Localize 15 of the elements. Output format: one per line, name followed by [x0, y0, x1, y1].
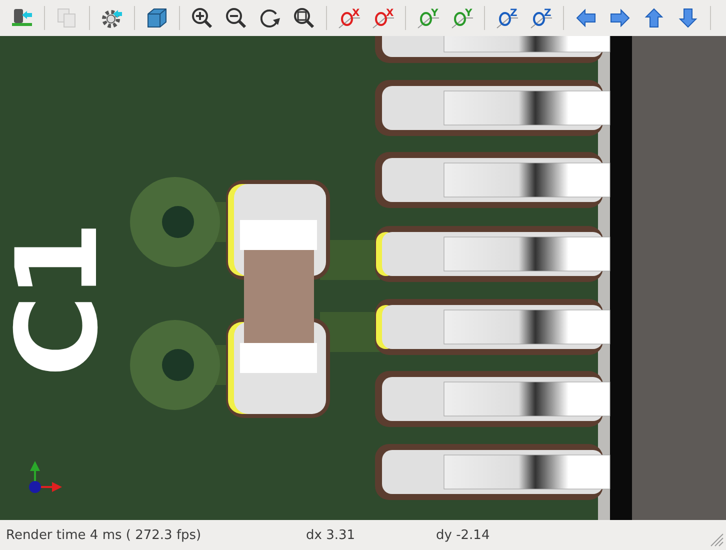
zoom-in-icon [190, 6, 214, 30]
pcb-3d-view[interactable]: C1 [0, 36, 726, 520]
render-time-text: Render time 4 ms ( 272.3 fps) [6, 528, 202, 542]
axis-gizmo-icon [29, 461, 62, 493]
silkscreen-label: C1 [3, 224, 113, 380]
arrow-right-icon [608, 6, 632, 30]
dx-text: dx 3.31 [306, 528, 356, 542]
zoom-fit-icon [292, 6, 316, 30]
dy-text: dy -2.14 [436, 528, 490, 542]
arrow-down-icon [676, 6, 700, 30]
resize-grip-icon[interactable] [708, 531, 724, 547]
cube-icon [145, 6, 169, 30]
arrow-left-icon [574, 6, 598, 30]
arrow-up-icon [642, 6, 666, 30]
zoom-out-icon [224, 6, 248, 30]
